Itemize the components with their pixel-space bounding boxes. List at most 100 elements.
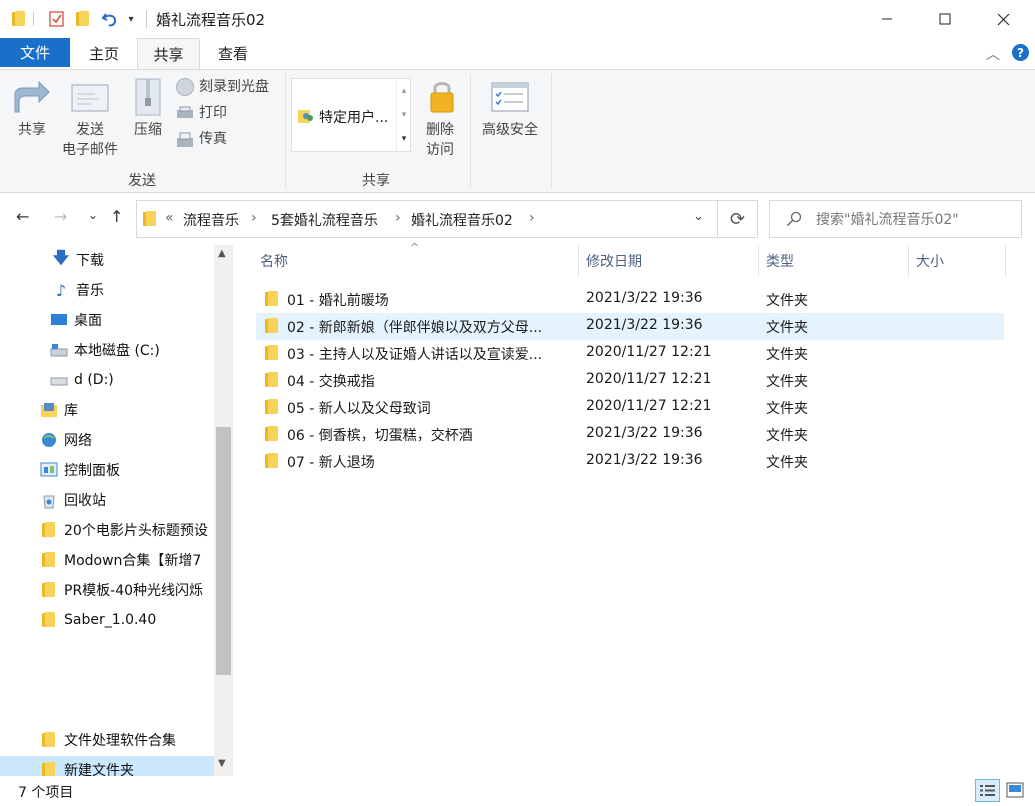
advanced-security-button[interactable]: 高级安全: [476, 120, 544, 140]
sidebar-item-folder[interactable]: 20个电影片头标题预设: [0, 516, 214, 544]
tab-share[interactable]: 共享: [137, 38, 200, 69]
table-row[interactable]: 01 - 婚礼前暖场 2021/3/22 19:36 文件夹: [256, 286, 1004, 313]
remove-access-line2[interactable]: 访问: [420, 140, 460, 160]
scroll-up-chevron-icon[interactable]: ▲: [218, 248, 226, 259]
column-header-size[interactable]: 大小: [916, 245, 944, 277]
sidebar-item-folder[interactable]: 文件处理软件合集: [0, 726, 214, 754]
table-row[interactable]: 04 - 交换戒指 2020/11/27 12:21 文件夹: [256, 367, 1004, 394]
help-icon[interactable]: ?: [1012, 44, 1029, 61]
collapse-ribbon-chevron-icon[interactable]: ︿: [986, 44, 1000, 64]
sidebar-item-drive-c[interactable]: 本地磁盘 (C:): [0, 336, 214, 364]
maximize-icon: [939, 13, 951, 25]
column-header-type[interactable]: 类型: [766, 245, 794, 277]
sidebar-item-drive-d[interactable]: d (D:): [0, 366, 214, 394]
column-divider[interactable]: [578, 245, 579, 277]
file-name: 06 - 倒香槟，切蛋糕，交杯酒: [287, 428, 473, 444]
breadcrumb-item[interactable]: 婚礼流程音乐02: [411, 210, 513, 230]
sidebar-item-folder-selected[interactable]: 新建文件夹: [0, 756, 214, 776]
tab-file[interactable]: 文件: [0, 38, 70, 67]
folder-icon: [10, 9, 28, 29]
zip-button[interactable]: 压缩: [128, 120, 168, 140]
file-date: 2021/3/22 19:36: [586, 452, 703, 468]
close-icon: [997, 13, 1009, 25]
undo-icon[interactable]: [99, 9, 121, 29]
column-divider[interactable]: [1005, 245, 1006, 277]
minimize-button[interactable]: [858, 0, 916, 38]
new-folder-icon[interactable]: [74, 9, 92, 29]
table-row[interactable]: 07 - 新人退场 2021/3/22 19:36 文件夹: [256, 448, 1004, 475]
drive-icon: [50, 371, 68, 389]
share-with-gallery[interactable]: 特定用户... ▴ ▾ ▾: [291, 78, 411, 152]
folder-icon: [40, 731, 58, 749]
file-name: 05 - 新人以及父母致词: [287, 401, 431, 417]
search-input[interactable]: 搜索"婚礼流程音乐02": [769, 200, 1022, 238]
sidebar-item-libraries[interactable]: 库: [0, 396, 214, 424]
sidebar-item-folder[interactable]: Modown合集【新增7: [0, 546, 214, 574]
window-title: 婚礼流程音乐02: [156, 11, 266, 29]
large-icons-view-button[interactable]: [1006, 782, 1024, 798]
breadcrumb-chevron-icon[interactable]: ›: [529, 210, 535, 226]
column-header-name[interactable]: 名称: [260, 245, 288, 277]
details-view-button[interactable]: [975, 779, 1000, 802]
recent-locations-chevron-icon[interactable]: ⌄: [88, 208, 98, 222]
remove-access-line1[interactable]: 删除: [420, 120, 460, 140]
group-divider: [551, 74, 552, 188]
file-date: 2020/11/27 12:21: [586, 344, 712, 360]
title-bar: ▾ 婚礼流程音乐02: [0, 0, 1035, 38]
breadcrumb-chevron-icon[interactable]: ›: [395, 210, 401, 226]
sidebar-item-control-panel[interactable]: 控制面板: [0, 456, 214, 484]
send-group-label: 发送: [128, 173, 156, 189]
breadcrumb-chevron-icon[interactable]: ›: [251, 210, 257, 226]
sidebar-item-folder[interactable]: Saber_1.0.40: [0, 606, 214, 634]
sidebar-item-folder[interactable]: PR模板-40种光线闪烁: [0, 576, 214, 604]
breadcrumb-item[interactable]: 5套婚礼流程音乐: [271, 210, 378, 230]
fax-button[interactable]: 传真: [199, 129, 227, 149]
sidebar-item-network[interactable]: 网络: [0, 426, 214, 454]
refresh-icon[interactable]: ⟳: [718, 200, 758, 238]
lock-icon: [429, 78, 455, 114]
drive-icon: [50, 341, 68, 359]
gallery-scroll[interactable]: ▴ ▾ ▾: [396, 79, 411, 151]
address-dropdown-chevron-icon[interactable]: ⌄: [693, 209, 704, 224]
file-type: 文件夹: [766, 428, 808, 444]
column-divider[interactable]: [908, 245, 909, 277]
sidebar-item-recycle-bin[interactable]: 回收站: [0, 486, 214, 514]
table-row[interactable]: 02 - 新郎新娘（伴郎伴娘以及双方父母... 2021/3/22 19:36 …: [256, 313, 1004, 340]
share-with-item[interactable]: 特定用户...: [319, 107, 388, 127]
folder-icon: [265, 291, 279, 311]
table-row[interactable]: 03 - 主持人以及证婚人讲话以及宣读爱... 2020/11/27 12:21…: [256, 340, 1004, 367]
sidebar-scroll-thumb[interactable]: [216, 427, 231, 675]
group-divider: [470, 74, 471, 188]
column-divider[interactable]: [758, 245, 759, 277]
customize-toolbar-chevron-icon[interactable]: ▾: [124, 9, 138, 29]
up-arrow-icon[interactable]: ↑: [110, 207, 123, 226]
email-button-line2[interactable]: 电子邮件: [56, 140, 124, 160]
email-button-line1[interactable]: 发送: [58, 120, 122, 140]
maximize-button[interactable]: [916, 0, 974, 38]
breadcrumb-overflow[interactable]: «: [165, 210, 174, 226]
sidebar-item-desktop[interactable]: 桌面: [0, 306, 214, 334]
folder-icon: [265, 453, 279, 473]
burn-disc-button[interactable]: 刻录到光盘: [199, 77, 269, 97]
column-header-date[interactable]: 修改日期: [586, 245, 642, 277]
title-divider: [146, 10, 147, 28]
sidebar-item-downloads[interactable]: 🡇 下载: [0, 246, 214, 274]
back-arrow-icon[interactable]: ←: [16, 207, 29, 226]
tab-home[interactable]: 主页: [76, 38, 132, 69]
properties-checkbox-icon[interactable]: [47, 9, 67, 29]
download-arrow-icon: 🡇: [52, 247, 70, 267]
forward-arrow-icon[interactable]: →: [54, 207, 67, 226]
tab-view[interactable]: 查看: [204, 38, 262, 69]
table-row[interactable]: 05 - 新人以及父母致词 2020/11/27 12:21 文件夹: [256, 394, 1004, 421]
ribbon-tabs: 文件 主页 共享 查看 ︿ ?: [0, 38, 1035, 69]
file-name: 02 - 新郎新娘（伴郎伴娘以及双方父母...: [287, 320, 543, 336]
close-button[interactable]: [974, 0, 1032, 38]
sidebar-item-music[interactable]: ♪ 音乐: [0, 276, 214, 304]
print-button[interactable]: 打印: [199, 103, 227, 123]
address-input[interactable]: « 流程音乐 › 5套婚礼流程音乐 › 婚礼流程音乐02 › ⌄: [136, 200, 718, 238]
file-type: 文件夹: [766, 293, 808, 309]
breadcrumb-item[interactable]: 流程音乐: [183, 210, 239, 230]
share-button[interactable]: 共享: [10, 120, 54, 140]
table-row[interactable]: 06 - 倒香槟，切蛋糕，交杯酒 2021/3/22 19:36 文件夹: [256, 421, 1004, 448]
scroll-down-chevron-icon[interactable]: ▼: [218, 758, 226, 769]
